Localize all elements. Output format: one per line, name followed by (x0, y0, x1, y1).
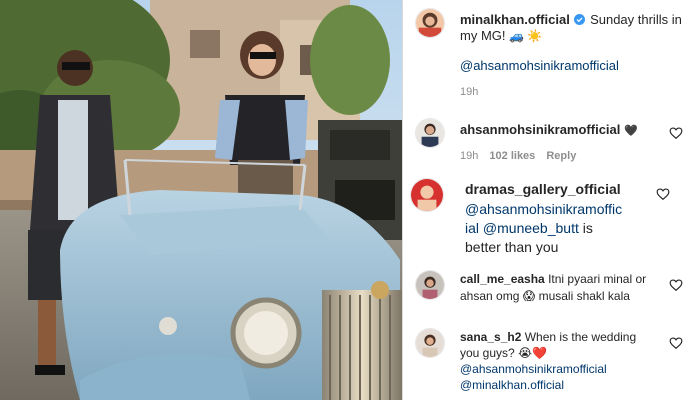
comment-text-cont: better than you (465, 239, 559, 255)
comment-text: Itni pyaari minal or (548, 272, 647, 286)
comment-mention[interactable]: @ahsanmohsinikramofficial (460, 362, 607, 376)
comment-avatar[interactable] (410, 178, 444, 212)
comment-text-cont: you guys? (460, 346, 515, 360)
comment-text: 🖤 (624, 125, 638, 137)
comment-avatar[interactable] (415, 118, 445, 148)
comment-mention[interactable]: @ahsanmohsinikramoffic (465, 201, 622, 217)
comments-pane[interactable]: minalkhan.official Sunday thrills in my … (403, 0, 700, 400)
verified-badge-icon (574, 13, 586, 25)
reply-button[interactable]: Reply (546, 150, 576, 162)
scream-emoji: 😱 (522, 289, 536, 303)
comment-text: is (582, 220, 593, 236)
comment-username[interactable]: sana_s_h2 (460, 330, 521, 344)
comment-text-cont: ahsan omg (460, 289, 520, 303)
comment-likes[interactable]: 102 likes (489, 150, 535, 162)
comment-avatar[interactable] (415, 328, 445, 358)
comment-username[interactable]: ahsanmohsinikramofficial (460, 122, 620, 137)
comment-mention[interactable]: @muneeb_butt (483, 220, 579, 236)
heart-outline-icon[interactable] (656, 187, 670, 201)
comment-time[interactable]: 19h (460, 150, 478, 162)
car-sun-emoji: 🚙 ☀️ (509, 29, 543, 43)
caption-text: Sunday thrills in (590, 12, 682, 27)
post-time[interactable]: 19h (460, 86, 478, 98)
comment-text: When is the wedding (524, 330, 637, 344)
post-photo[interactable] (0, 0, 402, 400)
comment-username[interactable]: dramas_gallery_official (465, 181, 621, 197)
crying-heart-emoji: 😭❤️ (518, 346, 548, 360)
comment-text-cont: musali shakl kala (538, 289, 630, 303)
caption-mention[interactable]: @ahsanmohsinikramofficial (460, 58, 619, 73)
caption-text-line2: my MG! (460, 28, 506, 43)
author-username[interactable]: minalkhan.official (460, 12, 570, 27)
author-avatar[interactable] (415, 8, 445, 38)
comment-username[interactable]: call_me_easha (460, 272, 545, 286)
comment-avatar[interactable] (415, 270, 445, 300)
heart-outline-icon[interactable] (669, 336, 683, 350)
heart-outline-icon[interactable] (669, 126, 683, 140)
comment-mention[interactable]: @minalkhan.official (460, 378, 564, 392)
heart-outline-icon[interactable] (669, 278, 683, 292)
comment-mention-cont[interactable]: ial (465, 220, 479, 236)
